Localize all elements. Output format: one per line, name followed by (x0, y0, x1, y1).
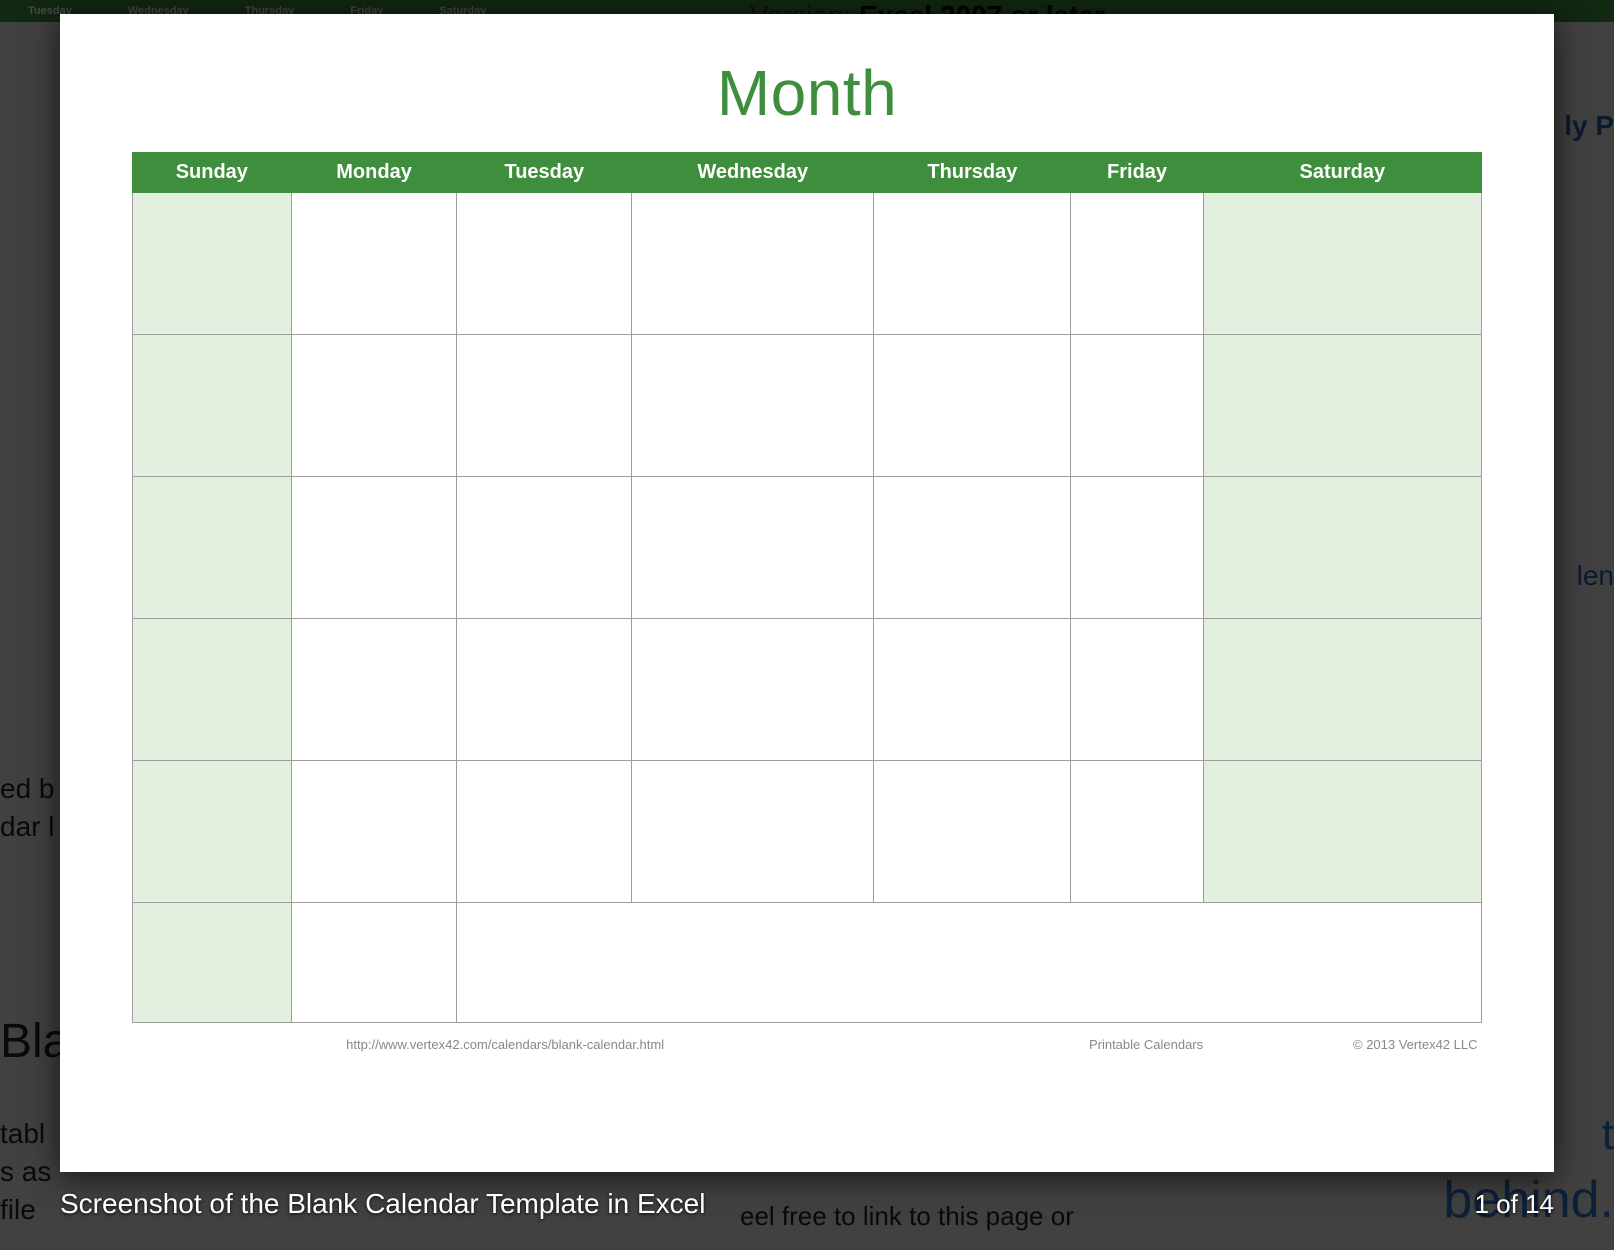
bg-text-fragment: len (1577, 560, 1614, 592)
calendar-cell (874, 761, 1071, 903)
calendar-cell (632, 761, 874, 903)
day-header-sunday: Sunday (133, 153, 292, 193)
calendar-cell (457, 335, 632, 477)
lightbox-image[interactable]: Month Sunday Monday Tuesday Wednesday Th… (60, 14, 1554, 1172)
calendar-cell (1203, 619, 1481, 761)
calendar-cell (291, 193, 457, 335)
calendar-title: Month (132, 56, 1482, 130)
calendar-week-row (133, 193, 1482, 335)
calendar-cell (1203, 193, 1481, 335)
calendar-cell (133, 335, 292, 477)
bg-text-fragment: file (0, 1191, 36, 1229)
day-header-friday: Friday (1071, 153, 1203, 193)
day-header-saturday: Saturday (1203, 153, 1481, 193)
calendar-footer-row: http://www.vertex42.com/calendars/blank-… (133, 1023, 1482, 1057)
calendar-cell (133, 193, 292, 335)
calendar-cell (632, 619, 874, 761)
calendar-footer-printable: Printable Calendars (874, 1023, 1203, 1057)
calendar-cell (1203, 335, 1481, 477)
bg-text-fragment: tabl (0, 1115, 45, 1153)
calendar-cell (874, 619, 1071, 761)
calendar-cell (457, 619, 632, 761)
calendar-table: Sunday Monday Tuesday Wednesday Thursday… (132, 152, 1482, 1057)
calendar-week-row (133, 619, 1482, 761)
calendar-week-row (133, 903, 1482, 1023)
calendar-cell (1071, 761, 1203, 903)
calendar-cell (133, 761, 292, 903)
calendar-cell (874, 335, 1071, 477)
calendar-cell (1203, 477, 1481, 619)
calendar-cell (632, 193, 874, 335)
calendar-cell (133, 477, 292, 619)
day-header-wednesday: Wednesday (632, 153, 874, 193)
calendar-footer-url: http://www.vertex42.com/calendars/blank-… (133, 1023, 874, 1057)
calendar-cell (457, 477, 632, 619)
calendar-cell (632, 335, 874, 477)
bg-text-fragment: t (1602, 1110, 1614, 1160)
calendar-cell (457, 761, 632, 903)
calendar-week-row (133, 335, 1482, 477)
calendar-cell (133, 903, 292, 1023)
lightbox-caption: Screenshot of the Blank Calendar Templat… (60, 1188, 705, 1220)
calendar-cell (874, 477, 1071, 619)
lightbox-counter: 1 of 14 (1474, 1189, 1554, 1220)
bg-text-fragment: dar l (0, 808, 54, 846)
calendar-cell (291, 903, 457, 1023)
day-header-tuesday: Tuesday (457, 153, 632, 193)
calendar-cell (133, 619, 292, 761)
calendar-cell (457, 903, 1482, 1023)
lightbox-caption-bar: Screenshot of the Blank Calendar Templat… (60, 1188, 1554, 1220)
calendar-cell (1071, 619, 1203, 761)
calendar-cell (1071, 477, 1203, 619)
bg-text-fragment: ed b (0, 770, 55, 808)
bg-text-fragment: s as (0, 1153, 51, 1191)
bg-text-fragment: ly P (1564, 110, 1614, 142)
calendar-cell (291, 761, 457, 903)
calendar-cell (291, 477, 457, 619)
calendar-cell (457, 193, 632, 335)
calendar-week-row (133, 761, 1482, 903)
calendar-cell (1203, 761, 1481, 903)
calendar-cell (874, 193, 1071, 335)
calendar-cell (632, 477, 874, 619)
calendar-cell (1071, 335, 1203, 477)
day-header-monday: Monday (291, 153, 457, 193)
calendar-cell (291, 619, 457, 761)
calendar-footer-copyright: © 2013 Vertex42 LLC (1203, 1023, 1481, 1057)
day-header-thursday: Thursday (874, 153, 1071, 193)
calendar-cell (1071, 193, 1203, 335)
calendar-header-row: Sunday Monday Tuesday Wednesday Thursday… (133, 153, 1482, 193)
calendar-week-row (133, 477, 1482, 619)
calendar-cell (291, 335, 457, 477)
bg-text-fragment: Bla (0, 1010, 69, 1075)
